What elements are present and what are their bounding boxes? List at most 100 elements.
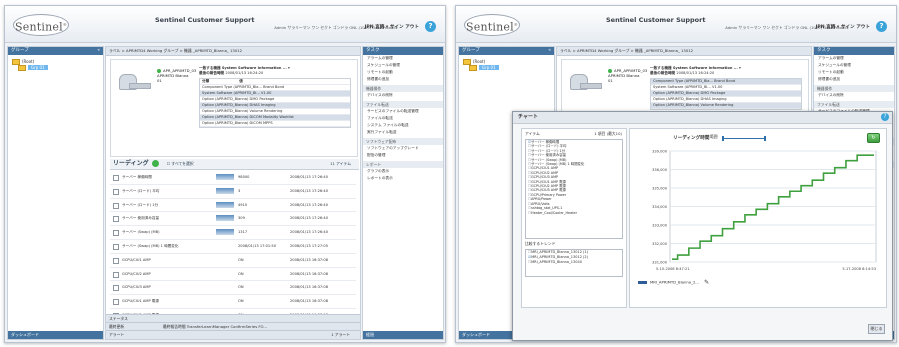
select-all-checkbox[interactable]: ☐ すべてを選択 (167, 161, 194, 166)
task-link[interactable]: 修理書の追加 (814, 76, 894, 83)
reading-date: 2008/01/13 16:37:08 (290, 299, 328, 304)
device-panel: ラベル > APRIMTD4 Working グループ > 機器 _APRIMT… (105, 46, 361, 340)
task-link[interactable]: システム ファイルの転送 (363, 122, 443, 129)
task-link[interactable]: 修理書の追加 (363, 76, 443, 83)
mri-scanner-icon (119, 74, 151, 90)
chart-dialog: チャート ? アイテム1 項目 (最大10) サーバー 稼働時間サーバー (ロー… (512, 111, 893, 341)
task-list: アラームの管理 スケジュールの管理 リモートの起動 修理書の追加 機器操作 デバイスの削除… (363, 55, 443, 182)
reading-date: 2008/01/13 17:26:40 (290, 230, 328, 235)
task-link[interactable]: 配信の管理 (363, 152, 443, 159)
dialog-title: チャート (513, 112, 892, 124)
reading-checkbox[interactable] (113, 285, 119, 292)
group-panel-header: グループ « (8, 47, 103, 55)
reading-row[interactable]: サーバー (Swap) (MB) 1 時間変化 2008/01/13 17:01:… (110, 240, 356, 254)
y-tick-label: 334,000 (652, 205, 668, 209)
task-link[interactable]: デバイスの削除 (814, 92, 894, 99)
reading-checkbox[interactable] (113, 243, 119, 250)
group-panel-header: グループ « (459, 47, 554, 55)
reading-checkbox[interactable] (113, 202, 119, 209)
dashboard-link[interactable]: ダッシュボード (8, 331, 103, 339)
breadcrumb[interactable]: ラベル > APRIMTD4 Working グループ > 機器 _APRIMT… (557, 47, 811, 56)
task-group-header: 機器操作 (814, 85, 894, 92)
task-link[interactable]: グラフの表示 (363, 168, 443, 175)
alert-bar[interactable]: アラート 1 アラート (106, 330, 360, 339)
collapse-icon[interactable]: « (548, 47, 551, 55)
reading-checkbox[interactable] (113, 299, 119, 306)
task-group-header: ソフトウェア配布 (363, 138, 443, 145)
reading-thumbnail (216, 201, 234, 208)
task-panel-header: タスク (363, 47, 443, 55)
header-links[interactable]: JPN 言語 ▾ サイン アウト (816, 24, 870, 30)
y-tick-label: 335,000 (652, 187, 668, 191)
task-link[interactable]: レポートの表示 (363, 175, 443, 182)
reading-row[interactable]: GCPU/CIU1 AMP ON 2008/01/13 16:37:08 (110, 254, 356, 268)
task-link[interactable]: デバイスの削除 (363, 92, 443, 99)
reading-checkbox[interactable] (113, 271, 119, 278)
collapse-icon[interactable]: « (97, 47, 100, 55)
dialog-help-icon[interactable]: ? (881, 113, 889, 121)
reading-name: サーバー (Swap) (MB) (122, 230, 160, 235)
reading-row[interactable]: GCPU/CIU1 AMP 電源 ON 2008/01/13 16:37:08 (110, 295, 356, 309)
chart-legend: MRI_APRIMTD_Blanna_2... ✎ (638, 279, 709, 286)
reading-checkbox[interactable] (113, 175, 119, 181)
reading-date: 2008/01/13 17:26:40 (290, 188, 328, 193)
reading-name: サーバー 使用済み容量 (122, 216, 160, 221)
sentinel-logo: Sentinel® (464, 14, 520, 36)
y-tick-label: 332,000 (652, 242, 668, 246)
task-link[interactable]: サービスのファイルの転送管理 (363, 108, 443, 115)
group-tree: (Root) Grp 01 (8, 55, 103, 75)
task-link[interactable]: リモートの起動 (814, 69, 894, 76)
reading-checkbox[interactable] (113, 216, 119, 223)
reading-row[interactable]: サーバー (ロード) 1分 4910 2008/01/13 17:26:40 (110, 199, 356, 213)
line-chart: 339,000 336,000 335,000 334,000 333,000 332,0… (652, 150, 877, 271)
device-info-grid: 分類 値 Component Type (APRIMTD_Bla... Bran… (199, 78, 351, 128)
breadcrumb[interactable]: ラベル > APRIMTD4 Working グループ > 機器 _APRIMT… (106, 47, 360, 56)
task-link[interactable]: ソフトウェアのアップグレード (363, 145, 443, 152)
sentinel-logo: Sentinel® (13, 14, 69, 36)
task-group-header: レポート (363, 161, 443, 168)
tree-item-group[interactable]: Grp 01 (12, 65, 99, 71)
task-link[interactable]: 実行ファイル転送 (363, 129, 443, 136)
reading-row[interactable]: サーバー (ロード) 平均 3 2008/01/13 17:26:40 (110, 185, 356, 199)
close-button[interactable]: 閉じる (868, 324, 885, 334)
reading-checkbox[interactable] (113, 188, 119, 195)
reading-row[interactable]: GCPU/CIU2 AMP ON 2008/01/13 16:37:08 (110, 268, 356, 282)
reading-name: GCPU/CIU3 AMP (122, 285, 151, 290)
reading-row[interactable]: サーバー (Swap) (MB) 1317 2008/01/13 17:26:40 (110, 226, 356, 240)
status-dot-icon (151, 160, 159, 167)
device-info: 一致する機器 System Software Information ... ▾… (199, 66, 351, 128)
reading-thumbnail (216, 215, 234, 222)
help-icon[interactable]: ? (425, 21, 436, 32)
header-links[interactable]: JPN 言語 ▾ サイン アウト (365, 24, 419, 30)
task-group-header: ファイル転送 (814, 101, 894, 108)
reading-row[interactable]: GCPU/CIU3 AMP ON 2008/01/13 16:37:08 (110, 281, 356, 296)
task-link[interactable]: アラームの管理 (363, 55, 443, 62)
y-tick-label: 333,000 (652, 224, 668, 228)
reading-row[interactable]: サーバー 使用済み容量 309 2008/01/13 17:26:40 (110, 212, 356, 227)
task-link[interactable]: スケジュールの管理 (814, 62, 894, 69)
edit-icon[interactable]: ✎ (704, 279, 709, 286)
task-group-header: 機器操作 (363, 85, 443, 92)
help-icon[interactable]: ? (876, 21, 887, 32)
task-link[interactable]: リモートの起動 (363, 69, 443, 76)
y-tick-label: 331,000 (652, 261, 668, 265)
task-panel-header: タスク (814, 47, 894, 55)
reading-date: 2008/01/13 16:37:08 (290, 285, 328, 290)
reading-value: 309 (238, 216, 245, 221)
tree-item-group[interactable]: Grp 01 (463, 65, 550, 71)
task-link[interactable]: ファイルの転送 (363, 115, 443, 122)
reading-checkbox[interactable] (113, 257, 119, 264)
trend-checklist: MRI_APRIMTD_Blanna_13012 (1)MRI_APRIMTD_… (525, 249, 623, 277)
item-checkbox[interactable]: Heater_Cool/Cooler_Heater (526, 211, 622, 215)
task-link[interactable]: アラームの管理 (814, 55, 894, 62)
legend-swatch (638, 281, 647, 284)
task-link[interactable]: スケジュールの管理 (363, 62, 443, 69)
device-name: APR_APRIMTD_03 APRIMTD Blanna 01 (157, 68, 197, 83)
trend-checkbox[interactable]: MRI_APRIMTD_Blanna_13040 (526, 260, 622, 265)
reading-checkbox[interactable] (113, 230, 119, 237)
task-group-header: ファイル転送 (363, 101, 443, 108)
reading-value: 1317 (238, 230, 248, 235)
reading-row[interactable]: サーバー 稼働時間 98000 2008/01/13 17:26:40 (110, 171, 356, 185)
chart-area: リーディング時間 範囲 ↻ 339,000 336,000 335,000 334,0… (629, 128, 887, 308)
reading-value: ON (238, 285, 244, 290)
